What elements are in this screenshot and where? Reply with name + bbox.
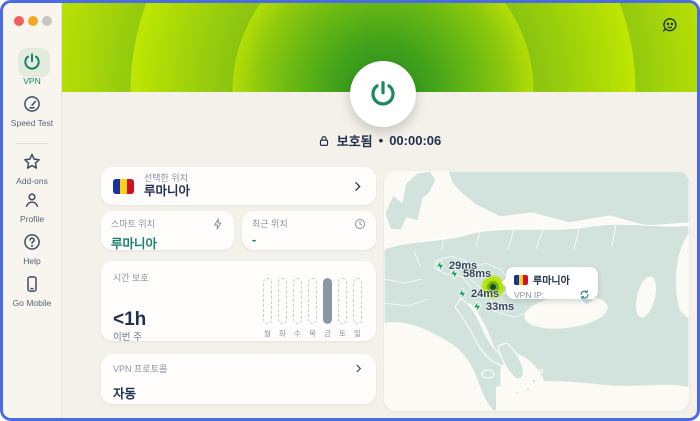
connection-status: 보호됨 • 00:00:06 <box>61 131 697 150</box>
status-text: 보호됨 <box>336 134 373 149</box>
power-icon <box>371 81 395 106</box>
tooltip-country: 루마니아 <box>533 276 570 287</box>
bolt-icon <box>473 300 482 313</box>
profile-icon <box>21 189 43 211</box>
sidebar-item-label: Profile <box>19 214 45 224</box>
sidebar: VPN Speed Test Add-ons Profile Help Go M… <box>3 3 62 418</box>
vpn-protocol-value: 자동 <box>113 387 137 401</box>
romania-flag-icon <box>113 178 134 194</box>
ping-value: 24ms <box>471 287 500 300</box>
smart-location-label: 스마트 위치 <box>111 219 155 229</box>
ping-value: 58ms <box>463 267 492 280</box>
recent-location-label: 최근 위치 <box>252 219 288 229</box>
help-icon <box>21 231 43 253</box>
window-controls <box>14 16 52 26</box>
sidebar-item-label: Help <box>23 256 41 266</box>
weekly-usage-bars: 월 화 수 목 금 토 일 <box>263 278 362 339</box>
ping-marker[interactable]: 33ms <box>471 300 514 313</box>
map-panel[interactable]: 29ms 58ms 24ms 33ms 루마니아 VPN IP: <box>384 171 689 411</box>
chevron-right-icon <box>355 181 361 191</box>
sidebar-divider <box>16 143 48 144</box>
tooltip-ip-label: VPN IP: <box>514 289 545 300</box>
sidebar-item-help[interactable]: Help <box>3 231 61 266</box>
ping-value: 33ms <box>486 300 515 313</box>
status-separator: • <box>378 133 384 148</box>
star-icon <box>21 151 43 173</box>
close-button[interactable] <box>14 16 24 26</box>
usage-bar-wed: 수 <box>293 278 302 339</box>
sidebar-item-speed-test[interactable]: Speed Test <box>3 93 61 128</box>
zoom-button[interactable] <box>42 16 52 26</box>
connected-location-tooltip: 루마니아 VPN IP: <box>506 267 598 300</box>
selected-location-label: 선택한 위치 <box>144 172 188 183</box>
romania-flag-icon <box>514 274 528 285</box>
ping-marker[interactable]: 24ms <box>456 287 499 300</box>
usage-bar-fri: 금 <box>323 278 332 339</box>
quick-connect-bolt-icon <box>214 218 222 229</box>
usage-bar-sun: 일 <box>353 278 362 339</box>
recent-location-value: - <box>252 233 257 247</box>
power-icon <box>21 51 43 73</box>
disguise-icon[interactable] <box>660 16 679 35</box>
status-timer: 00:00:06 <box>389 133 442 148</box>
selected-location-value: 루마니아 <box>144 183 191 198</box>
bolt-icon <box>458 287 467 300</box>
usage-bar-thu: 목 <box>308 278 317 339</box>
sidebar-item-label: VPN <box>23 76 41 86</box>
smart-location-value: 루마니아 <box>111 237 158 251</box>
power-button[interactable] <box>350 61 416 127</box>
mobile-icon <box>21 273 43 295</box>
usage-bar-mon: 월 <box>263 278 272 339</box>
smart-location-card[interactable]: 스마트 위치 루마니아 <box>101 211 234 251</box>
vpn-protocol-label: VPN 프로토콜 <box>113 364 168 374</box>
sidebar-item-label: Go Mobile <box>12 298 52 308</box>
chevron-right-icon <box>356 364 362 373</box>
speedometer-icon <box>21 93 43 115</box>
lock-icon <box>319 135 328 146</box>
sidebar-item-vpn[interactable]: VPN <box>3 51 61 86</box>
minimize-button[interactable] <box>28 16 38 26</box>
time-protected-label: 시간 보호 <box>113 273 149 283</box>
time-protected-card: 시간 보호 <1h 이번 주 월 화 수 목 금 토 일 <box>101 261 376 343</box>
usage-bar-tue: 화 <box>278 278 287 339</box>
sidebar-item-profile[interactable]: Profile <box>3 189 61 224</box>
ping-marker[interactable]: 58ms <box>448 267 491 280</box>
sidebar-item-label: Add-ons <box>16 176 48 186</box>
selected-location-card[interactable]: 선택한 위치 루마니아 <box>101 167 376 205</box>
usage-bar-sat: 토 <box>338 278 347 339</box>
sidebar-item-go-mobile[interactable]: Go Mobile <box>3 273 61 308</box>
time-protected-value: <1h <box>113 309 147 330</box>
sidebar-item-label: Speed Test <box>10 118 54 128</box>
bolt-icon <box>450 267 459 280</box>
recent-location-card[interactable]: 최근 위치 - <box>242 211 376 250</box>
clock-icon <box>355 218 365 229</box>
app-window: VPN Speed Test Add-ons Profile Help Go M… <box>0 0 700 421</box>
bolt-icon <box>436 259 445 272</box>
sidebar-item-add-ons[interactable]: Add-ons <box>3 151 61 186</box>
time-protected-period: 이번 주 <box>113 332 142 343</box>
vpn-protocol-card[interactable]: VPN 프로토콜 자동 <box>101 354 376 404</box>
refresh-icon[interactable] <box>579 289 590 300</box>
